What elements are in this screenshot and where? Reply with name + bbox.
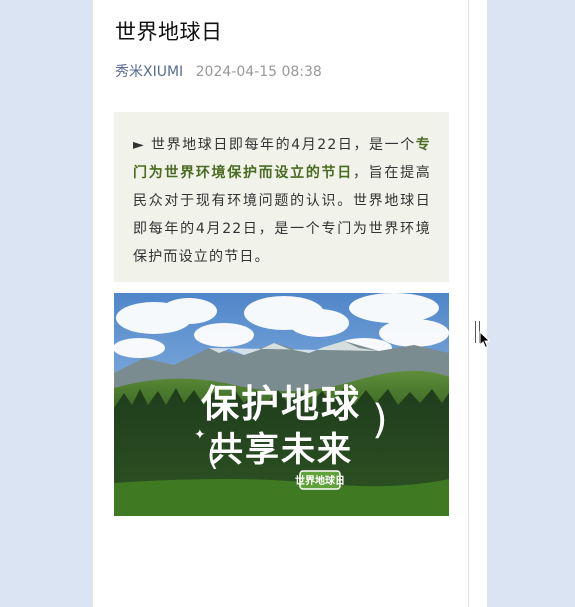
publish-date: 2024-04-15 08:38 bbox=[195, 64, 322, 80]
page-title: 世界地球日 bbox=[115, 20, 223, 44]
intro-quote-text: ► 世界地球日即每年的4月22日，是一个专门为世界环境保护而设立的节日，旨在提高… bbox=[133, 131, 431, 271]
svg-text:(: ( bbox=[207, 438, 219, 473]
hero-image: 保护地球 共享未来 ) ( ✦ 世界地球日 bbox=[114, 293, 449, 516]
author-link[interactable]: 秀米XIUMI bbox=[115, 64, 183, 80]
intro-quote-box: ► 世界地球日即每年的4月22日，是一个专门为世界环境保护而设立的节日，旨在提高… bbox=[114, 112, 449, 282]
slogan-line1: 保护地球 bbox=[201, 382, 361, 426]
mouse-cursor-icon bbox=[479, 331, 491, 349]
quote-text-part1: 世界地球日即每年的4月22日，是一个 bbox=[144, 137, 416, 153]
article-page: 世界地球日 秀米XIUMI 2024-04-15 08:38 ► 世界地球日即每… bbox=[92, 0, 469, 607]
badge-text: 世界地球日 bbox=[295, 474, 345, 487]
svg-text:): ) bbox=[372, 397, 388, 443]
article-meta: 秀米XIUMI 2024-04-15 08:38 bbox=[115, 61, 322, 81]
triangle-icon: ► bbox=[133, 137, 145, 153]
svg-text:✦: ✦ bbox=[194, 427, 206, 443]
slogan-line2: 共享未来 bbox=[209, 430, 353, 470]
scroll-gutter bbox=[469, 0, 487, 607]
